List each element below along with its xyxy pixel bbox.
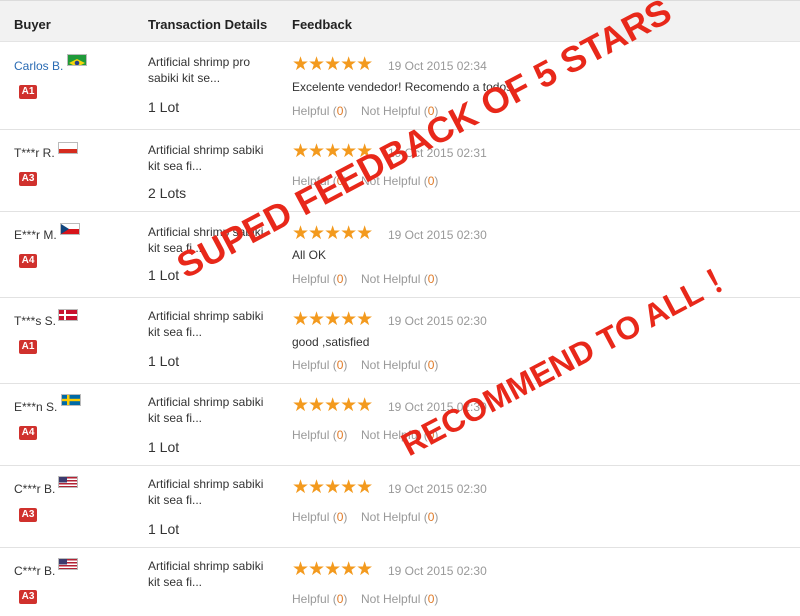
feedback-date: 19 Oct 2015 02:30	[388, 314, 487, 328]
buyer-column-header: Buyer	[14, 17, 51, 32]
helpful-button[interactable]: Helpful (0)	[292, 592, 347, 606]
usa-flag-icon	[58, 476, 78, 488]
helpful-button[interactable]: Helpful (0)	[292, 358, 347, 372]
lot-count: 1 Lot	[148, 353, 180, 369]
lot-count: 1 Lot	[148, 521, 180, 537]
buyer-level-badge: A3	[19, 508, 37, 522]
feedback-date: 19 Oct 2015 02:30	[388, 564, 487, 578]
feedback-date: 19 Oct 2015 02:30	[388, 482, 487, 496]
table-header: Buyer Transaction Details Feedback	[0, 0, 800, 42]
five-star-rating: ★★★★★	[292, 309, 373, 330]
feedback-row: Carlos B. A1 Artificial shrimp pro sabik…	[0, 42, 800, 130]
lot-count: 1 Lot	[148, 439, 180, 455]
usa-flag-icon	[58, 558, 78, 570]
paren: )	[434, 272, 439, 286]
feedback-row: C***r B. A3 Artificial shrimp sabiki kit…	[0, 466, 800, 548]
five-star-rating: ★★★★★	[292, 477, 373, 498]
feedback-column-header: Feedback	[292, 17, 352, 32]
not-helpful-label: Not Helpful (	[361, 510, 428, 524]
lot-count: 2 Lots	[148, 185, 187, 201]
denmark-flag-icon	[58, 309, 78, 321]
feedback-comment: All OK	[292, 248, 327, 262]
five-star-rating: ★★★★★	[292, 559, 373, 580]
lot-count: 1 Lot	[148, 267, 180, 283]
helpful-button[interactable]: Helpful (0)	[292, 510, 347, 524]
not-helpful-button[interactable]: Not Helpful (0)	[361, 510, 438, 524]
feedback-date: 19 Oct 2015 02:30	[388, 228, 487, 242]
buyer-name-link[interactable]: Carlos B.	[14, 59, 63, 73]
paren: )	[343, 104, 348, 118]
product-title-line1[interactable]: Artificial shrimp sabiki	[148, 142, 278, 158]
helpful-label: Helpful (	[292, 428, 337, 442]
helpful-button[interactable]: Helpful (0)	[292, 104, 347, 118]
buyer-level-badge: A3	[19, 172, 37, 186]
product-title-line1[interactable]: Artificial shrimp sabiki	[148, 558, 278, 574]
buyer-level-badge: A4	[19, 426, 37, 440]
lot-count: 1 Lot	[148, 99, 180, 115]
five-star-rating: ★★★★★	[292, 223, 373, 244]
not-helpful-label: Not Helpful (	[361, 358, 428, 372]
brazil-flag-icon	[67, 54, 87, 66]
helpful-button[interactable]: Helpful (0)	[292, 428, 347, 442]
product-title-line2[interactable]: kit sea fi...	[148, 492, 278, 508]
not-helpful-button[interactable]: Not Helpful (0)	[361, 592, 438, 606]
helpful-button[interactable]: Helpful (0)	[292, 272, 347, 286]
helpful-label: Helpful (	[292, 592, 337, 606]
helpful-label: Helpful (	[292, 358, 337, 372]
product-title-line2[interactable]: kit sea fi...	[148, 158, 278, 174]
product-title-line2[interactable]: sabiki kit se...	[148, 70, 278, 86]
not-helpful-button[interactable]: Not Helpful (0)	[361, 358, 438, 372]
product-title-line1[interactable]: Artificial shrimp pro	[148, 54, 278, 70]
buyer-level-badge: A1	[19, 85, 37, 99]
buyer-level-badge: A1	[19, 340, 37, 354]
paren: )	[343, 592, 348, 606]
sweden-flag-icon	[61, 394, 81, 406]
feedback-date: 19 Oct 2015 02:34	[388, 59, 487, 73]
product-title-line2[interactable]: kit sea fi...	[148, 410, 278, 426]
paren: )	[434, 510, 439, 524]
gibraltar-flag-icon	[58, 142, 78, 154]
product-title-line1[interactable]: Artificial shrimp sabiki	[148, 308, 278, 324]
buyer-name: C***r B.	[14, 564, 56, 578]
paren: )	[434, 358, 439, 372]
helpful-label: Helpful (	[292, 104, 337, 118]
product-title-line2[interactable]: kit sea fi...	[148, 324, 278, 340]
product-title-line2[interactable]: kit sea fi...	[148, 574, 278, 590]
paren: )	[343, 358, 348, 372]
product-title-line1[interactable]: Artificial shrimp sabiki	[148, 476, 278, 492]
feedback-row: C***r B. A3 Artificial shrimp sabiki kit…	[0, 548, 800, 616]
buyer-name: C***r B.	[14, 482, 56, 496]
buyer-name: T***r R.	[14, 146, 55, 160]
five-star-rating: ★★★★★	[292, 54, 373, 75]
buyer-name: E***n S.	[14, 400, 58, 414]
five-star-rating: ★★★★★	[292, 395, 373, 416]
product-title-line1[interactable]: Artificial shrimp sabiki	[148, 394, 278, 410]
not-helpful-label: Not Helpful (	[361, 592, 428, 606]
paren: )	[434, 174, 439, 188]
paren: )	[343, 510, 348, 524]
helpful-label: Helpful (	[292, 510, 337, 524]
helpful-label: Helpful (	[292, 272, 337, 286]
not-helpful-label: Not Helpful (	[361, 104, 428, 118]
not-helpful-label: Not Helpful (	[361, 272, 428, 286]
buyer-name: T***s S.	[14, 314, 57, 328]
buyer-level-badge: A4	[19, 254, 37, 268]
czech-flag-icon	[60, 223, 80, 235]
transaction-column-header: Transaction Details	[148, 17, 268, 32]
paren: )	[343, 272, 348, 286]
buyer-level-badge: A3	[19, 590, 37, 604]
paren: )	[434, 592, 439, 606]
feedback-comment: good ,satisfied	[292, 335, 370, 349]
paren: )	[343, 428, 348, 442]
buyer-name: E***r M.	[14, 228, 57, 242]
not-helpful-button[interactable]: Not Helpful (0)	[361, 272, 438, 286]
